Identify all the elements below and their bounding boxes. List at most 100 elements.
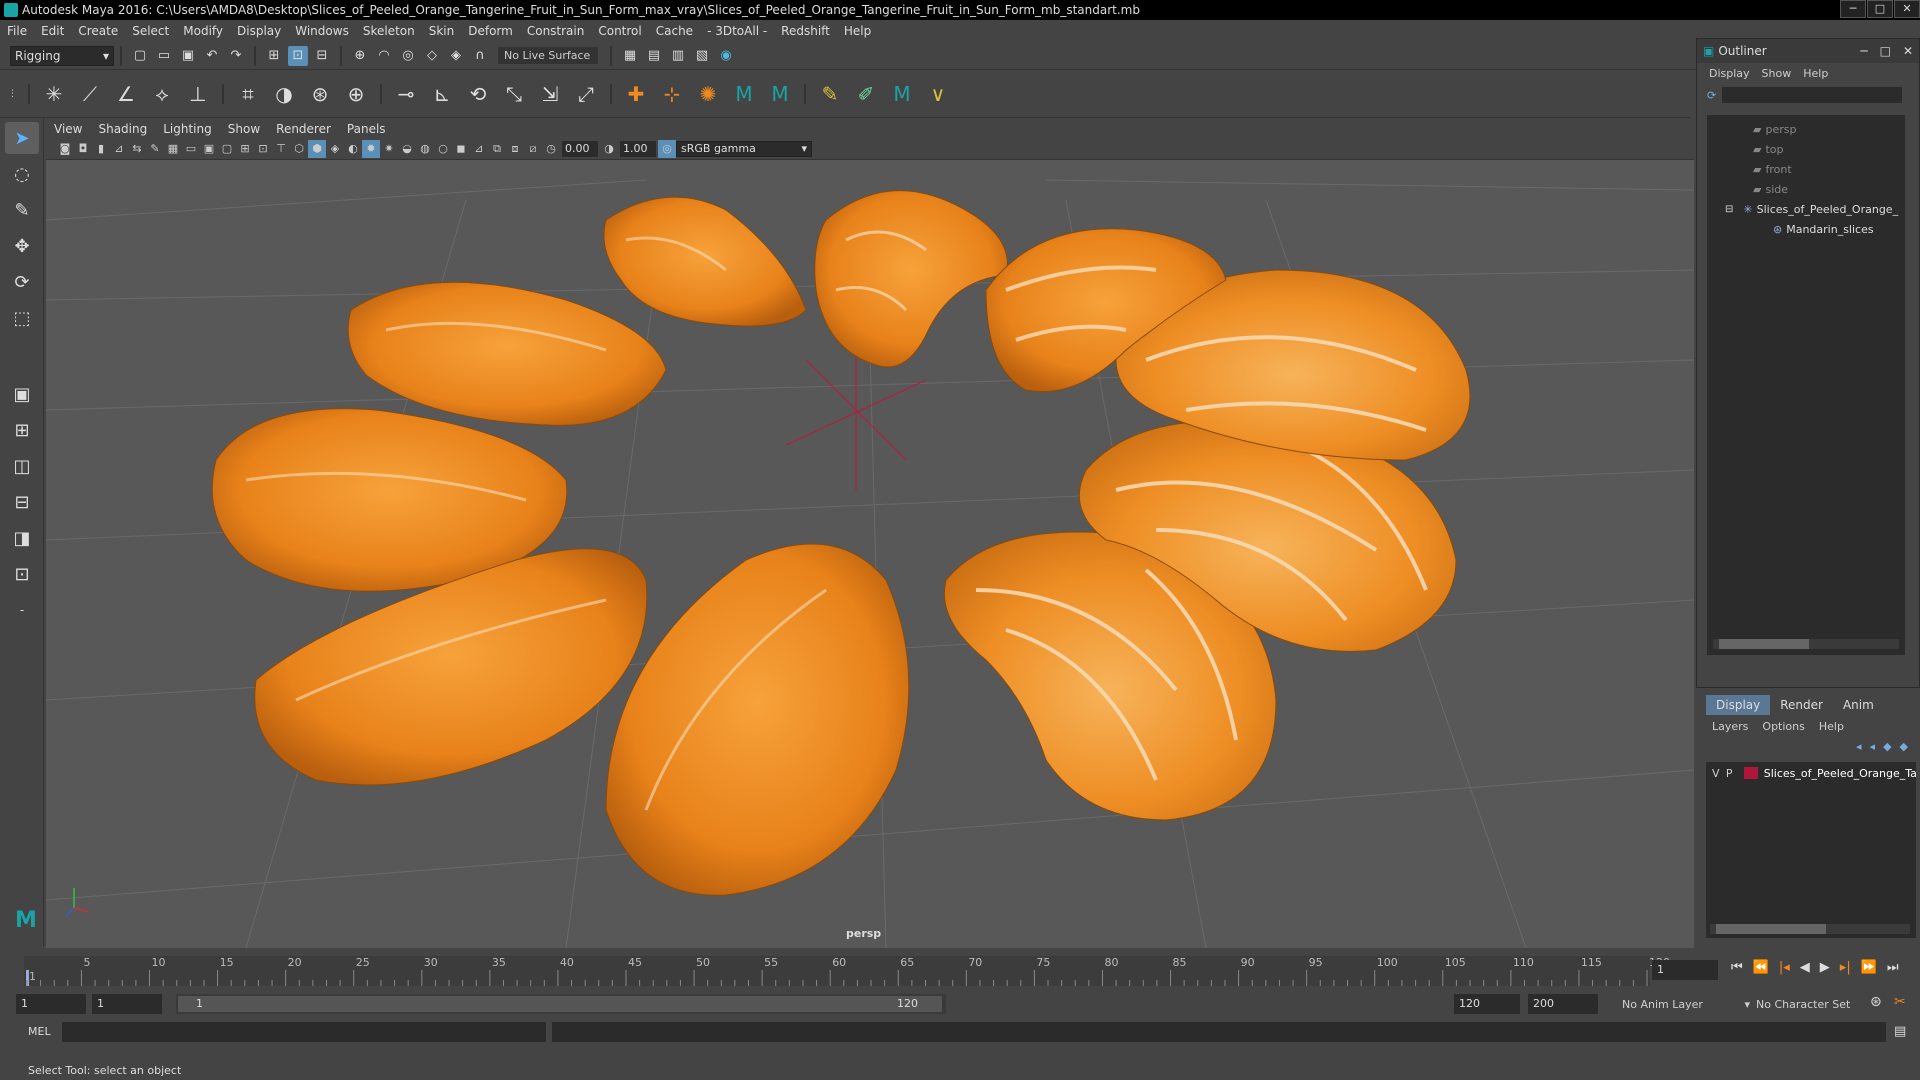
render-view-icon[interactable]: ◉: [716, 46, 736, 66]
time-slider[interactable]: 1 5 10 15 20 25 30 35 40 45 50 55 60 65 70 75 80 85 90 95 10…: [0, 948, 1920, 990]
paint-select-icon[interactable]: ✎: [5, 194, 39, 226]
joint-tool-icon[interactable]: ✳: [39, 79, 69, 109]
time-slider-ruler[interactable]: [24, 948, 1674, 990]
viewport-perspective[interactable]: persp: [46, 160, 1694, 948]
minimize-button[interactable]: ─: [1840, 0, 1866, 18]
move-layer-up-icon[interactable]: ◂: [1852, 740, 1866, 753]
side-by-side-layout-icon[interactable]: ◫: [5, 450, 39, 482]
undo-icon[interactable]: ↶: [202, 46, 222, 66]
refresh-icon[interactable]: ⟳: [1707, 89, 1716, 102]
live-surface-field[interactable]: No Live Surface: [498, 47, 598, 64]
camera-select-icon[interactable]: ◙: [56, 140, 74, 158]
outliner-item-group[interactable]: ⊟ ✳ Slices_of_Peeled_Orange_: [1707, 199, 1905, 219]
color-space-selector[interactable]: sRGB gamma ▾: [676, 140, 812, 157]
menu-file[interactable]: File: [0, 24, 34, 38]
character-set-selector[interactable]: No Character Set: [1756, 994, 1866, 1014]
grid-toggle-icon[interactable]: ▦: [164, 140, 182, 158]
bookmark-icon[interactable]: ▮: [92, 140, 110, 158]
step-forward-key-icon[interactable]: ⏩: [1856, 960, 1882, 975]
tab-anim[interactable]: Anim: [1833, 695, 1884, 715]
image-plane-icon[interactable]: ⊿: [110, 140, 128, 158]
shadows-icon[interactable]: ✷: [380, 140, 398, 158]
outliner-horizontal-scrollbar[interactable]: [1713, 639, 1899, 649]
range-slider-bar[interactable]: 1 120: [176, 994, 946, 1014]
viewport-menu-shading[interactable]: Shading: [90, 122, 155, 136]
step-back-key-icon[interactable]: ⏪: [1748, 960, 1774, 975]
resolution-gate-icon[interactable]: ▣: [200, 140, 218, 158]
rotate-tool-icon[interactable]: ⟳: [5, 266, 39, 298]
cluster-icon[interactable]: ⊕: [341, 79, 371, 109]
snap-surface-icon[interactable]: ◈: [446, 46, 466, 66]
outliner-restore-button[interactable]: □: [1874, 44, 1897, 58]
open-scene-icon[interactable]: ▭: [154, 46, 174, 66]
play-forwards-icon[interactable]: ▶: [1815, 960, 1835, 975]
outliner-item-mesh[interactable]: ⊛ Mandarin_slices: [1707, 219, 1905, 239]
range-slider-handle[interactable]: 1 120: [178, 996, 942, 1012]
use-all-lights-icon[interactable]: ✹: [362, 139, 380, 158]
end-time-field[interactable]: 200: [1528, 994, 1598, 1014]
outliner-search-input[interactable]: [1722, 87, 1903, 103]
point-constraint-icon[interactable]: ⊸: [391, 79, 421, 109]
single-perspective-layout-icon[interactable]: ▣: [5, 378, 39, 410]
select-component-icon[interactable]: ⊟: [312, 46, 332, 66]
persp-outliner-layout-icon[interactable]: ⊟: [5, 486, 39, 518]
lasso-tool-icon[interactable]: ◌: [5, 158, 39, 190]
gate-mask-icon[interactable]: ▢: [218, 140, 236, 158]
menu-help[interactable]: Help: [837, 24, 878, 38]
outliner-item-persp[interactable]: ▰ persp: [1707, 119, 1905, 139]
wireframe-icon[interactable]: ⬡: [290, 140, 308, 158]
locator-handle-icon[interactable]: ⊹: [657, 79, 687, 109]
playback-end-field[interactable]: 120: [1454, 994, 1520, 1014]
current-frame-field[interactable]: 1: [1652, 960, 1718, 980]
camera-lock-icon[interactable]: ◘: [74, 140, 92, 158]
save-scene-icon[interactable]: ▣: [178, 46, 198, 66]
menu-select[interactable]: Select: [125, 24, 176, 38]
anim-layer-selector[interactable]: No Anim Layer ▾: [1622, 994, 1750, 1014]
menu-redshift[interactable]: Redshift: [774, 24, 837, 38]
textured-icon[interactable]: ◐: [344, 140, 362, 158]
layer-name[interactable]: Slices_of_Peeled_Orange_Ta: [1764, 767, 1916, 780]
menu-control[interactable]: Control: [591, 24, 648, 38]
snap-grid-icon[interactable]: ⊕: [350, 46, 370, 66]
check-tool-icon[interactable]: ∨: [923, 79, 953, 109]
color-management-icon[interactable]: ◎: [658, 139, 676, 158]
ik-handle-icon[interactable]: ⟋: [75, 79, 105, 109]
menu-skin[interactable]: Skin: [422, 24, 462, 38]
menu-modify[interactable]: Modify: [176, 24, 230, 38]
close-button[interactable]: ✕: [1894, 0, 1920, 18]
tab-display[interactable]: Display: [1706, 695, 1771, 715]
locator-icon[interactable]: ✚: [621, 79, 651, 109]
pole-vector-icon[interactable]: ⤢: [571, 79, 601, 109]
hypershade-icon[interactable]: ▧: [692, 46, 712, 66]
outliner-item-top[interactable]: ▰ top: [1707, 139, 1905, 159]
smooth-shade-icon[interactable]: ⬢: [308, 139, 326, 158]
step-forward-frame-icon[interactable]: ▸|: [1835, 960, 1856, 975]
menu-cache[interactable]: Cache: [649, 24, 700, 38]
outliner-item-front[interactable]: ▰ front: [1707, 159, 1905, 179]
paint-tool-icon[interactable]: ✎: [815, 79, 845, 109]
outliner-scrollbar-thumb[interactable]: [1719, 639, 1809, 649]
layer-scrollbar-thumb[interactable]: [1716, 924, 1826, 934]
wireframe-on-shaded-icon[interactable]: ◈: [326, 140, 344, 158]
multisample-icon[interactable]: ○: [434, 140, 452, 158]
command-language-label[interactable]: MEL: [28, 1025, 51, 1038]
viewport-menu-panels[interactable]: Panels: [339, 122, 394, 136]
outliner-menu-show[interactable]: Show: [1756, 67, 1798, 80]
orange-slice[interactable]: [605, 543, 910, 896]
mode-selector[interactable]: Rigging ▾: [10, 45, 114, 66]
render-settings-icon[interactable]: ▥: [668, 46, 688, 66]
motion-blur-icon[interactable]: ◍: [416, 140, 434, 158]
redo-icon[interactable]: ↷: [226, 46, 246, 66]
layer-playback-toggle[interactable]: P: [1726, 767, 1740, 780]
safe-title-icon[interactable]: ⊤: [272, 140, 290, 158]
layer-menu-help[interactable]: Help: [1819, 720, 1844, 733]
paint-weights-icon[interactable]: ◑: [269, 79, 299, 109]
playback-start-field[interactable]: 1: [92, 994, 162, 1014]
safe-action-icon[interactable]: ⊡: [254, 140, 272, 158]
maya-script-c-icon[interactable]: M: [887, 79, 917, 109]
select-object-icon[interactable]: ⊡: [288, 45, 308, 66]
hypershade-layout-icon[interactable]: ⊡: [5, 558, 39, 590]
film-gate-icon[interactable]: ▭: [182, 140, 200, 158]
layer-menu-options[interactable]: Options: [1762, 720, 1818, 733]
maya-script-a-icon[interactable]: M: [729, 79, 759, 109]
